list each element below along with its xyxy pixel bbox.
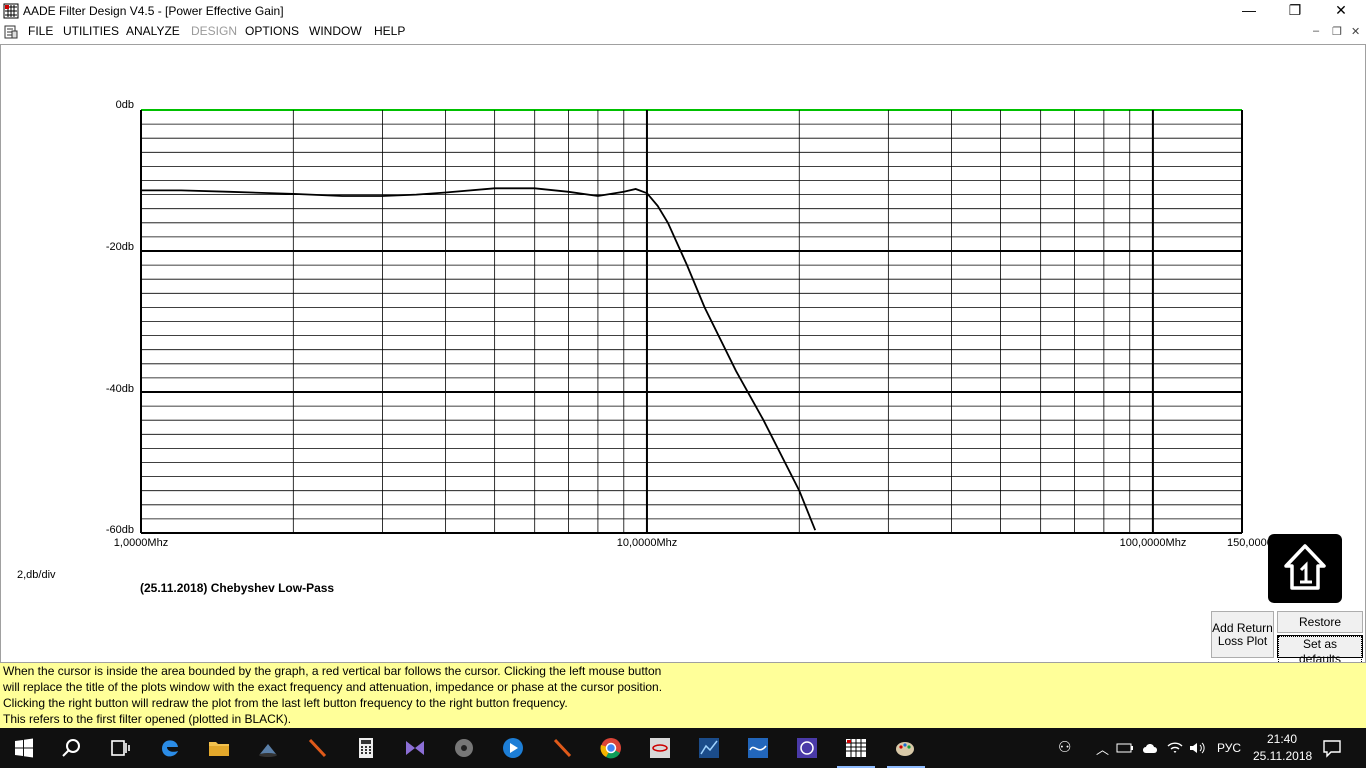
- add-return-label-line2: Loss Plot: [1217, 634, 1268, 648]
- gain-trace-0: [141, 187, 817, 531]
- taskbar: ⚇ ︿ РУС 21:40 25.11.2018: [0, 728, 1366, 768]
- restore-defaults-button[interactable]: Restore defaults: [1277, 611, 1363, 649]
- app-icon-6[interactable]: [795, 736, 819, 760]
- x-axis-label-10mhz: 10,0000Mhz: [617, 537, 678, 549]
- app-icon-2[interactable]: [305, 736, 329, 760]
- help-line-4: This refers to the first filter opened (…: [3, 712, 292, 726]
- file-explorer-icon[interactable]: [207, 736, 231, 760]
- wifi-icon[interactable]: [1166, 740, 1184, 756]
- chart-app-icon[interactable]: [697, 736, 721, 760]
- mdi-restore-button[interactable]: ❐: [1332, 25, 1342, 38]
- menu-window[interactable]: WINDOW: [309, 24, 362, 38]
- home-button[interactable]: [1268, 534, 1342, 603]
- menu-analyze[interactable]: ANALYZE: [126, 24, 180, 38]
- windows-start-icon[interactable]: [12, 736, 36, 760]
- edge-icon[interactable]: [158, 736, 182, 760]
- mdi-close-button[interactable]: ✕: [1351, 25, 1360, 38]
- y-axis-label-60: -60db: [106, 524, 134, 536]
- plot-grid: [140, 109, 1243, 534]
- menu-file[interactable]: FILE: [28, 24, 53, 38]
- help-line-2: will replace the title of the plots wind…: [3, 680, 663, 694]
- home-icon: [1284, 544, 1326, 590]
- battery-icon[interactable]: [1116, 740, 1134, 756]
- action-center-icon[interactable]: [1322, 738, 1342, 758]
- media-app-icon[interactable]: [452, 736, 476, 760]
- clock-date[interactable]: 25.11.2018: [1253, 749, 1312, 763]
- mdi-minimize-button[interactable]: –: [1313, 25, 1319, 37]
- set-as-defaults-button[interactable]: Set as defaults: [1277, 635, 1363, 668]
- app-icon-3[interactable]: [550, 736, 574, 760]
- chevron-up-icon[interactable]: ︿: [1096, 739, 1109, 758]
- paint-icon[interactable]: [893, 736, 917, 760]
- aade-icon[interactable]: [844, 736, 868, 760]
- title-bar: AADE Filter Design V4.5 - [Power Effecti…: [0, 0, 1366, 22]
- menu-utilities[interactable]: UTILITIES: [63, 24, 119, 38]
- add-return-loss-plot-button[interactable]: Add Return Loss Plot: [1211, 611, 1274, 658]
- plot-trace-layer: [140, 187, 817, 531]
- people-icon[interactable]: ⚇: [1058, 738, 1071, 756]
- calculator-icon[interactable]: [354, 736, 378, 760]
- help-line-1: When the cursor is inside the area bound…: [3, 664, 662, 678]
- visual-studio-icon[interactable]: [403, 736, 427, 760]
- cloud-icon[interactable]: [1141, 740, 1161, 756]
- y-axis-label-20: -20db: [106, 241, 134, 253]
- system-menu-icon[interactable]: [4, 25, 18, 39]
- gain-plot[interactable]: 0db -20db -40db -60db 1,0000Mhz 10,0000M…: [1, 45, 1365, 663]
- language-indicator[interactable]: РУС: [1217, 741, 1241, 755]
- chrome-icon[interactable]: [599, 736, 623, 760]
- close-button[interactable]: ✕: [1318, 0, 1364, 22]
- x-axis-label-1mhz: 1,0000Mhz: [114, 537, 168, 549]
- plot-window: 0db -20db -40db -60db 1,0000Mhz 10,0000M…: [0, 44, 1366, 668]
- media-player-icon[interactable]: [501, 736, 525, 760]
- help-line-3: Clicking the right button will redraw th…: [3, 696, 568, 710]
- search-icon[interactable]: [60, 736, 84, 760]
- window-title: AADE Filter Design V4.5 - [Power Effecti…: [23, 4, 284, 18]
- menu-options[interactable]: OPTIONS: [245, 24, 299, 38]
- menu-help[interactable]: HELP: [374, 24, 405, 38]
- task-view-icon[interactable]: [108, 736, 132, 760]
- maximize-button[interactable]: ❐: [1272, 0, 1318, 22]
- app-icon-4[interactable]: [648, 736, 672, 760]
- help-panel: When the cursor is inside the area bound…: [0, 662, 1366, 728]
- x-axis-label-150mhz: 150,0000: [1227, 537, 1273, 549]
- volume-icon[interactable]: [1188, 740, 1206, 756]
- aade-app-icon[interactable]: [3, 3, 19, 19]
- y-axis-label-0: 0db: [116, 99, 134, 111]
- minimize-button[interactable]: —: [1226, 0, 1272, 22]
- plot-caption: (25.11.2018) Chebyshev Low-Pass: [140, 581, 335, 595]
- y-axis-label-40: -40db: [106, 383, 134, 395]
- clock-time[interactable]: 21:40: [1267, 732, 1297, 746]
- app-icon-5[interactable]: [746, 736, 770, 760]
- app-icon-1[interactable]: [256, 736, 280, 760]
- x-axis-label-100mhz: 100,0000Mhz: [1120, 537, 1187, 549]
- menu-design[interactable]: DESIGN: [191, 24, 237, 38]
- scale-label: 2,db/div: [17, 569, 56, 581]
- menu-bar: FILE UTILITIES ANALYZE DESIGN OPTIONS WI…: [0, 22, 1366, 42]
